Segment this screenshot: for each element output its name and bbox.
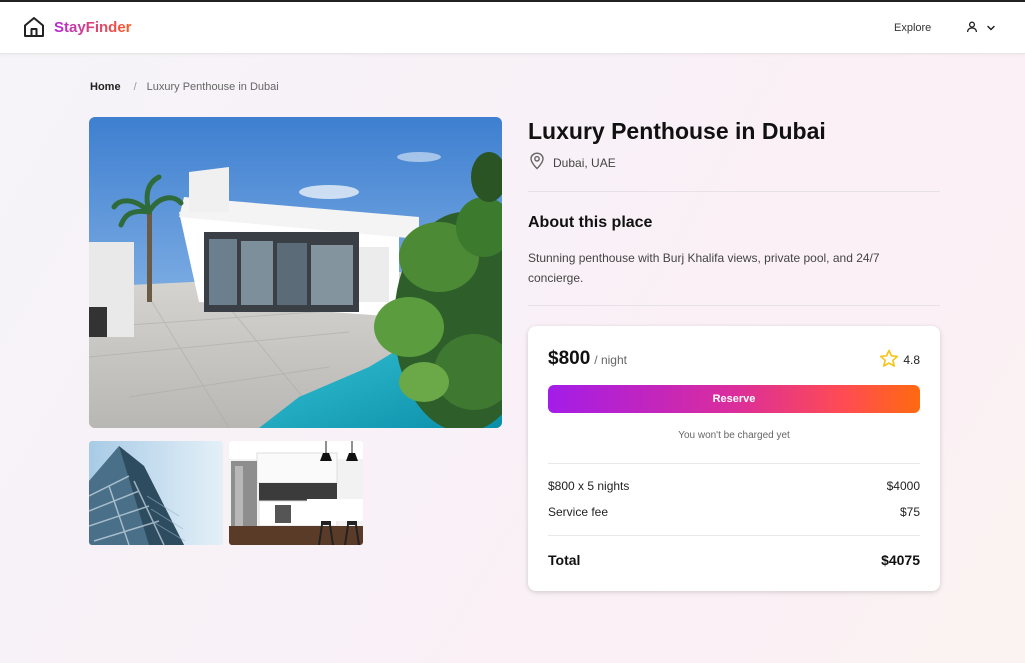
about-description: Stunning penthouse with Burj Khalifa vie…	[528, 251, 880, 285]
booking-card: $800 / night 4.8 Reserve You won't be ch…	[528, 326, 940, 591]
line-item-value: $75	[899, 505, 920, 519]
price-per-night: $800 / night	[548, 348, 627, 370]
nightly-price: $800	[548, 348, 591, 369]
nav-explore-link[interactable]: Explore	[894, 22, 931, 34]
service-fee-row: Service fee $75	[548, 505, 920, 519]
about-heading: About this place	[528, 214, 653, 231]
card-divider	[548, 463, 920, 464]
no-charge-note: You won't be charged yet	[678, 430, 790, 441]
brand-name: StayFinder	[54, 18, 132, 36]
card-divider	[548, 535, 920, 536]
per-night-label: / night	[594, 353, 627, 367]
chevron-down-icon	[986, 20, 996, 38]
breadcrumb-separator: /	[133, 81, 137, 93]
breadcrumb: Home / Luxury Penthouse in Dubai	[90, 81, 279, 93]
total-label: Total	[548, 552, 581, 568]
star-icon	[879, 349, 899, 371]
map-pin-icon	[529, 152, 545, 173]
reserve-button[interactable]: Reserve	[548, 385, 920, 413]
rating: 4.8	[879, 349, 920, 371]
breadcrumb-current: Luxury Penthouse in Dubai	[146, 81, 279, 93]
nightly-subtotal-row: $800 x 5 nights $4000	[548, 479, 920, 493]
home-icon	[22, 15, 46, 39]
brand-logo[interactable]: StayFinder	[22, 15, 132, 39]
thumbnail-kitchen-photo[interactable]	[229, 441, 363, 545]
thumbnail-tower-photo[interactable]	[89, 441, 223, 545]
line-item-label: $800 x 5 nights	[548, 479, 630, 493]
listing-location: Dubai, UAE	[529, 152, 616, 173]
line-item-label: Service fee	[548, 505, 609, 519]
breadcrumb-home-link[interactable]: Home	[90, 81, 121, 93]
main-listing-photo[interactable]	[89, 117, 502, 428]
location-text: Dubai, UAE	[553, 155, 616, 170]
user-menu-button[interactable]	[966, 20, 996, 38]
listing-title: Luxury Penthouse in Dubai	[528, 118, 826, 144]
rating-value: 4.8	[903, 353, 920, 367]
total-value: $4075	[881, 552, 920, 568]
section-divider	[528, 305, 940, 306]
section-divider	[528, 191, 940, 192]
line-item-value: $4000	[886, 479, 920, 493]
user-icon	[966, 20, 978, 38]
top-navbar: StayFinder Explore	[0, 2, 1025, 54]
total-row: Total $4075	[548, 552, 920, 568]
